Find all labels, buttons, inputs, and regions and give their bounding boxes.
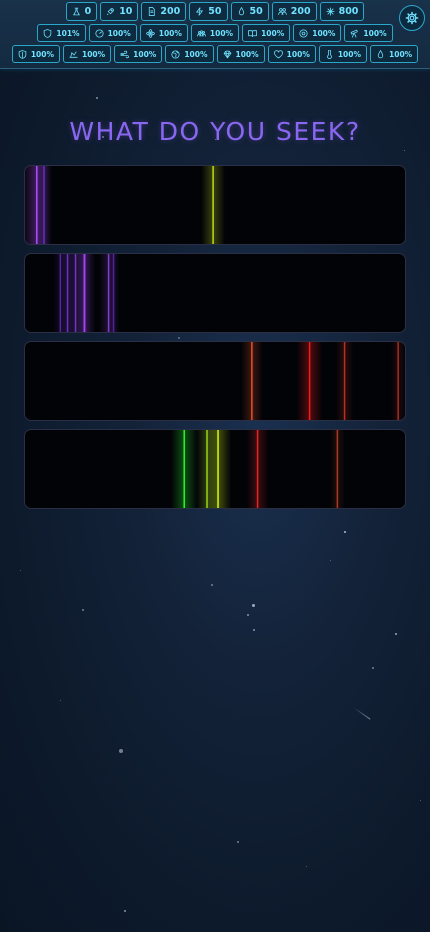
atom-icon — [145, 28, 155, 38]
modifier-stat-value: 100% — [81, 49, 106, 59]
modifier-stat-value: 100% — [312, 28, 336, 38]
modifier-stat: 100% — [88, 24, 137, 42]
thermometer-icon — [327, 49, 332, 59]
resource-counter-value: 10 — [119, 6, 133, 17]
badge-shield-icon — [18, 49, 27, 59]
page-title: WHAT DO YOU SEEK? — [69, 116, 361, 146]
heart-icon — [273, 49, 283, 58]
lightning-icon — [196, 7, 204, 16]
orbit-icon — [299, 28, 308, 38]
spectral-line — [83, 254, 86, 332]
modifier-stat: 100% — [344, 24, 393, 42]
modifier-stat: 100% — [165, 45, 214, 63]
resource-counter-value: 50 — [249, 6, 263, 17]
modifier-stat-value: 100% — [133, 49, 157, 59]
resource-counter-value: 50 — [208, 6, 222, 17]
rocket-icon — [107, 8, 115, 16]
spectrum-option-3[interactable] — [24, 341, 406, 421]
resource-counter: 10 — [100, 2, 139, 21]
droplet-icon — [377, 49, 384, 58]
resource-row: 0 10 200 50 50 200 800 — [0, 2, 430, 21]
modifier-row-2: 100% 100% 100% 100% 100% 100% 100% 100% — [0, 45, 430, 63]
spectrum-option-2[interactable] — [24, 253, 406, 333]
spectral-line — [43, 166, 45, 244]
resource-counter: 50 — [230, 2, 269, 21]
modifier-row-1: 101% 100% 100% 100% 100% 100% 100% — [0, 24, 430, 42]
spectral-line — [251, 342, 253, 420]
modifier-stat-value: 100% — [209, 28, 234, 38]
resource-counter: 800 — [319, 2, 365, 21]
globe-icon — [171, 49, 180, 59]
modifier-stat: 100% — [293, 24, 342, 42]
modifier-stat-value: 100% — [286, 49, 310, 59]
spectral-line — [308, 342, 311, 420]
modifier-stat: 101% — [37, 24, 86, 42]
resource-counter: 50 — [189, 2, 228, 21]
snowflake-icon — [326, 7, 335, 16]
spectral-line — [217, 430, 219, 508]
spectral-line — [336, 430, 339, 508]
resource-counter-value: 800 — [338, 6, 359, 17]
modifier-stat-value: 100% — [30, 49, 54, 59]
modifier-stat-value: 100% — [158, 28, 182, 38]
speed-icon — [69, 50, 78, 58]
spectral-line — [397, 342, 399, 420]
modifier-stat: 100% — [216, 45, 265, 63]
crowd-icon — [197, 29, 206, 36]
modifier-stat: 100% — [190, 24, 240, 42]
modifier-stat-value: 100% — [107, 28, 131, 38]
book-icon — [248, 29, 257, 37]
modifier-stat-value: 100% — [261, 28, 285, 38]
spectrum-option-4[interactable] — [24, 429, 406, 509]
shield-icon — [44, 28, 52, 38]
resource-bar: 0 10 200 50 50 200 800 101% 100% 100% 100% 100% 100… — [0, 0, 430, 69]
modifier-stat: 100% — [242, 24, 291, 42]
resource-counter-value: 200 — [160, 6, 181, 17]
resource-counter-value: 0 — [84, 6, 92, 17]
modifier-stat-value: 101% — [56, 28, 80, 38]
modifier-stat: 100% — [11, 45, 60, 63]
flask-icon — [72, 7, 80, 16]
settings-button[interactable] — [399, 5, 425, 31]
spectrum-option-1[interactable] — [24, 165, 406, 245]
spectral-line — [212, 166, 214, 244]
resource-counter-value: 200 — [290, 6, 311, 17]
modifier-stat-value: 100% — [235, 49, 259, 59]
document-icon — [149, 7, 156, 16]
spectral-line — [256, 430, 259, 508]
modifier-stat: 100% — [62, 45, 112, 63]
modifier-stat: 100% — [139, 24, 188, 42]
modifier-stat: 100% — [267, 45, 316, 63]
modifier-stat: 100% — [370, 45, 419, 63]
spectral-line — [183, 430, 185, 508]
people-icon — [277, 8, 287, 15]
modifier-stat: 100% — [114, 45, 163, 63]
modifier-stat-value: 100% — [363, 28, 387, 38]
modifier-stat-value: 100% — [389, 49, 413, 59]
wind-icon — [120, 50, 129, 58]
resource-counter: 200 — [271, 2, 317, 21]
modifier-stat-value: 100% — [337, 49, 362, 59]
spectral-line — [112, 254, 115, 332]
gear-icon — [405, 11, 419, 25]
resource-counter: 200 — [141, 2, 187, 21]
modifier-stat: 100% — [318, 45, 368, 63]
drop-icon — [238, 7, 244, 16]
modifier-stat-value: 100% — [184, 49, 208, 59]
gauge-icon — [95, 28, 104, 38]
telescope-icon — [351, 29, 359, 38]
spectral-line — [343, 342, 346, 420]
resource-counter: 0 — [65, 2, 98, 21]
gem-icon — [223, 50, 231, 59]
